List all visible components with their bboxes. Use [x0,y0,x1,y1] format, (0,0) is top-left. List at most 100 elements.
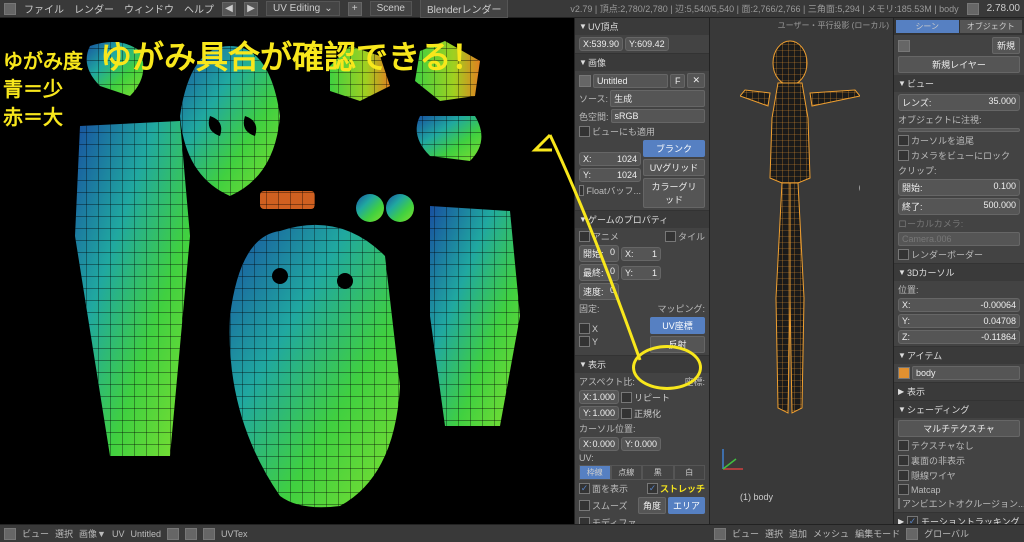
uv-menu-image[interactable]: 画像▼ [79,527,106,540]
clamp-x-check[interactable] [579,323,590,334]
item-name-field[interactable]: body [912,366,1020,380]
uv-editor-viewport[interactable]: ゆがみ具合が確認できる！ ゆがみ度 青＝少 赤＝大 [0,18,575,524]
colorspace-dropdown[interactable]: sRGB [611,109,705,123]
scene-dropdown[interactable]: Scene [370,1,412,16]
colorgrid-button[interactable]: カラーグリッド [643,178,705,208]
new-button[interactable]: 新規 [992,37,1020,54]
uv-image-selector[interactable]: Untitled [130,529,161,539]
uvgrid-button[interactable]: UVグリッド [643,159,705,176]
tab-outline[interactable]: 枠線 [579,465,611,480]
renderer-dropdown[interactable]: Blenderレンダー [420,0,508,18]
panel-image-header[interactable]: ▼画像 [575,54,709,71]
pivot-icon[interactable] [203,528,215,540]
cursor-y[interactable]: Y:0.000 [621,437,661,451]
orientation-dropdown[interactable]: グローバル [924,527,969,540]
menu-file[interactable]: ファイル [24,1,64,16]
v3d-menu-view[interactable]: ビュー [732,527,759,540]
anim-speed[interactable]: 速度:0 [579,283,619,300]
panel-shading-header[interactable]: ▼シェーディング [894,401,1024,418]
v3d-menu-add[interactable]: 追加 [789,527,807,540]
uv-menu-uv[interactable]: UV [112,529,125,539]
image-name-field[interactable]: Untitled [593,74,668,88]
cursor3d-z[interactable]: Z:-0.11864 [898,330,1020,344]
img-x-field[interactable]: X:1024 [579,152,641,166]
shade-icon[interactable] [906,528,918,540]
uv-menu-view[interactable]: ビュー [22,527,49,540]
stretch-check[interactable] [647,483,658,494]
view3d-type-icon[interactable] [714,528,726,540]
anim-start[interactable]: 開始:0 [579,245,619,262]
fwd-icon[interactable]: ▶ [244,2,258,16]
panel-motion-header[interactable]: ▶モーショントラッキング [894,513,1024,524]
add-layout-icon[interactable]: + [348,2,362,16]
panel-item-header[interactable]: ▼アイテム [894,347,1024,364]
aspect-x[interactable]: X:1.000 [579,390,619,404]
tab-black[interactable]: 黒 [642,465,674,480]
uv-y-field[interactable]: Y:609.42 [625,37,669,51]
new-layer-btn[interactable]: 新規レイヤー [898,56,1020,73]
clip-end[interactable]: 終了:500.000 [898,198,1020,215]
ao-check[interactable] [898,498,900,509]
panel-3dcursor-header[interactable]: ▼3Dカーソル [894,264,1024,281]
multitex-button[interactable]: マルチテクスチャ [898,420,1020,437]
menu-help[interactable]: ヘルプ [184,1,214,16]
map-uv-button[interactable]: UV座標 [650,317,705,334]
clamp-y-check[interactable] [579,336,590,347]
menu-window[interactable]: ウィンドウ [124,1,174,16]
angle-button[interactable]: 角度 [638,497,666,514]
hwire-check[interactable] [898,470,909,481]
tab-dash[interactable]: 点線 [611,465,643,480]
float-check[interactable] [579,185,584,196]
image-x-button[interactable]: ✕ [687,73,705,88]
backface-check[interactable] [898,455,909,466]
image-f-button[interactable]: F [670,74,686,88]
img-y-field[interactable]: Y:1024 [579,168,641,182]
cursor-x[interactable]: X:0.000 [579,437,619,451]
layout-dropdown[interactable]: UV Editing⌄ [266,1,340,16]
motion-check[interactable] [907,516,918,524]
mode-dropdown[interactable]: 編集モード [855,527,900,540]
aspect-y[interactable]: Y:1.000 [579,406,619,420]
focus-obj-field[interactable] [898,128,1020,132]
repeat-check[interactable] [621,392,632,403]
uv-draw-type-tabs[interactable]: 枠線 点線 黒 白 [579,465,705,480]
menu-render[interactable]: レンダー [74,1,114,16]
v3d-menu-select[interactable]: 選択 [765,527,783,540]
panel-view-header[interactable]: ▼ビュー [894,75,1024,92]
tab-object[interactable]: オブジェクト [960,20,1023,33]
cursor3d-x[interactable]: X:-0.00064 [898,298,1020,312]
anim-check[interactable] [579,231,590,242]
local-cam-field[interactable]: Camera.006 [898,232,1020,246]
panel-gameprops-header[interactable]: ▼ゲームのプロパティ [575,211,709,228]
tile-y[interactable]: Y:1 [621,266,661,280]
snap-icon[interactable] [185,528,197,540]
panel-display-header[interactable]: ▼表示 [575,356,709,373]
blank-button[interactable]: ブランク [643,140,705,157]
view-render-check[interactable] [579,126,590,137]
area-button[interactable]: エリア [668,497,705,514]
back-icon[interactable]: ◀ [222,2,236,16]
uv-x-field[interactable]: X:539.90 [579,37,623,51]
texless-check[interactable] [898,440,909,451]
blender-icon[interactable] [4,3,16,15]
tile-x[interactable]: X:1 [621,247,661,261]
tab-white[interactable]: 白 [674,465,706,480]
panel-disp-header[interactable]: ▶表示 [894,383,1024,400]
map-reflect-button[interactable]: 反射 [650,336,705,353]
render-border-check[interactable] [898,249,909,260]
tile-check[interactable] [665,231,676,242]
lock-cam-check[interactable] [898,150,909,161]
pin-icon[interactable] [167,528,179,540]
show-faces-check[interactable] [579,483,590,494]
matcap-check[interactable] [898,484,909,495]
cursor3d-y[interactable]: Y:0.04708 [898,314,1020,328]
panel-uv-vertex-header[interactable]: ▼UV頂点 [575,18,709,35]
cursor-follow-check[interactable] [898,135,909,146]
clip-start[interactable]: 開始:0.100 [898,179,1020,196]
modifier-check[interactable] [579,517,590,524]
v3d-menu-mesh[interactable]: メッシュ [813,527,849,540]
3d-viewport[interactable]: ユーザー・平行投影 (ローカル) [710,18,894,524]
uvmap-selector[interactable]: UVTex [221,529,248,539]
lens-field[interactable]: レンズ:35.000 [898,94,1020,111]
source-dropdown[interactable]: 生成 [610,90,705,107]
